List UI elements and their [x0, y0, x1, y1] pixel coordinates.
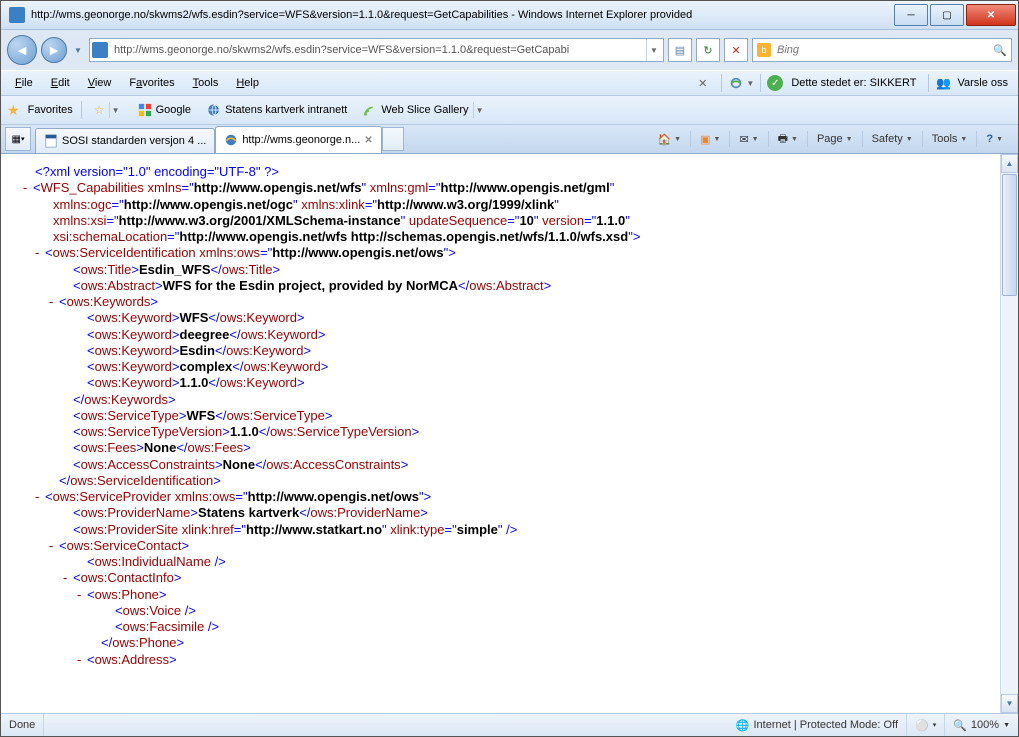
- vertical-scrollbar[interactable]: ▲ ▼: [1000, 154, 1018, 713]
- favorites-bar: ★ Favorites ☆▼ Google Statens kartverk i…: [1, 96, 1018, 125]
- help-icon: ?: [986, 133, 993, 145]
- xml-document: <?xml version="1.0" encoding="UTF-8" ?> …: [1, 154, 1000, 713]
- notify-icon[interactable]: 👥: [935, 75, 951, 91]
- home-button[interactable]: 🏠▼: [652, 131, 686, 148]
- menu-bar: File Edit View Favorites Tools Help ✕ ▼ …: [1, 70, 1018, 96]
- wot-dropdown[interactable]: ▼: [746, 79, 754, 88]
- tab-geonorge[interactable]: http://wms.geonorge.n... ✕: [215, 126, 381, 153]
- xml-pi: <?xml version="1.0" encoding="UTF-8" ?>: [35, 164, 279, 179]
- zoom-control[interactable]: 🔍100% ▼: [945, 714, 1018, 736]
- address-bar[interactable]: ▼: [89, 38, 664, 62]
- tools-menu[interactable]: Tools▼: [927, 131, 973, 147]
- home-icon: 🏠: [657, 133, 671, 146]
- site-icon: [92, 42, 108, 58]
- internet-zone-icon: 🌐: [736, 719, 750, 732]
- zone-indicator[interactable]: 🌐Internet | Protected Mode: Off: [728, 714, 907, 736]
- wot-icon[interactable]: [728, 75, 744, 91]
- menu-view[interactable]: View: [80, 75, 120, 91]
- feeds-button[interactable]: ▣▼: [695, 131, 725, 148]
- menu-help[interactable]: Help: [228, 75, 267, 91]
- window-title: http://wms.geonorge.no/skwms2/wfs.esdin?…: [31, 9, 892, 21]
- stop-button[interactable]: ✕: [724, 38, 748, 62]
- zoom-icon: 🔍: [953, 719, 967, 732]
- favlink-statkart[interactable]: Statens kartverk intranett: [203, 101, 351, 119]
- quick-tabs-button[interactable]: ▦▾: [5, 127, 31, 151]
- menu-edit[interactable]: Edit: [43, 75, 78, 91]
- safety-menu[interactable]: Safety▼: [867, 131, 918, 147]
- back-button[interactable]: ◄: [7, 35, 37, 65]
- scroll-up-button[interactable]: ▲: [1001, 154, 1018, 173]
- content-area: <?xml version="1.0" encoding="UTF-8" ?> …: [1, 154, 1018, 713]
- tab-bar: ▦▾ SOSI standarden versjon 4 ... http://…: [1, 125, 1018, 154]
- command-bar: 🏠▼ ▣▼ ✉▼ 🖶▼ Page▼ Safety▼ Tools▼ ?▼: [652, 127, 1014, 151]
- ie-window: http://wms.geonorge.no/skwms2/wfs.esdin?…: [0, 0, 1019, 737]
- maximize-button[interactable]: ▢: [930, 4, 964, 26]
- search-go-button[interactable]: 🔍: [993, 44, 1007, 57]
- tab-close-icon[interactable]: ✕: [364, 135, 372, 146]
- bing-icon: b: [757, 43, 771, 57]
- print-button[interactable]: 🖶▼: [773, 128, 803, 151]
- favorites-star-icon[interactable]: ★: [7, 102, 20, 119]
- favorites-label[interactable]: Favorites: [28, 104, 73, 116]
- search-input[interactable]: [775, 43, 989, 57]
- safe-icon: ✓: [767, 75, 783, 91]
- page-favicon: [9, 7, 25, 23]
- nav-history-dropdown[interactable]: ▼: [71, 36, 85, 64]
- help-button[interactable]: ?▼: [981, 131, 1008, 147]
- ie-icon: [224, 133, 238, 147]
- new-tab-button[interactable]: [382, 127, 404, 151]
- menu-file[interactable]: File: [7, 75, 41, 91]
- rss-icon: ▣: [700, 133, 710, 146]
- favlink-google[interactable]: Google: [134, 101, 195, 119]
- compat-view-button[interactable]: ▤: [668, 38, 692, 62]
- address-history-dropdown[interactable]: ▼: [646, 39, 661, 61]
- title-bar: http://wms.geonorge.no/skwms2/wfs.esdin?…: [1, 1, 1018, 30]
- scroll-thumb[interactable]: [1002, 174, 1017, 296]
- scroll-down-button[interactable]: ▼: [1001, 694, 1018, 713]
- mail-icon: ✉: [739, 133, 748, 146]
- address-input[interactable]: [112, 43, 642, 57]
- minimize-button[interactable]: ─: [894, 4, 928, 26]
- forward-button[interactable]: ►: [41, 37, 67, 63]
- print-icon: 🖶: [778, 130, 788, 149]
- notify-label[interactable]: Varsle oss: [953, 77, 1012, 89]
- status-text: Done: [1, 714, 44, 736]
- close-toolbar[interactable]: ✕: [690, 75, 715, 92]
- search-bar[interactable]: b 🔍: [752, 38, 1012, 62]
- close-button[interactable]: ✕: [966, 4, 1016, 26]
- favlink-webslice[interactable]: Web Slice Gallery▼: [359, 100, 489, 120]
- status-bar: Done 🌐Internet | Protected Mode: Off ⚪▾ …: [1, 713, 1018, 736]
- nav-bar: ◄ ► ▼ ▼ ▤ ↻ ✕ b 🔍: [1, 30, 1018, 70]
- security-label: Dette stedet er: SIKKERT: [785, 77, 922, 89]
- menu-tools[interactable]: Tools: [185, 75, 227, 91]
- protected-mode-toggle[interactable]: ⚪▾: [907, 714, 945, 736]
- favbar-add-dropdown[interactable]: ☆▼: [90, 100, 126, 120]
- menu-favorites[interactable]: Favorites: [121, 75, 182, 91]
- mail-button[interactable]: ✉▼: [734, 131, 763, 148]
- page-menu[interactable]: Page▼: [812, 131, 858, 147]
- word-doc-icon: [44, 134, 58, 148]
- tab-sosi[interactable]: SOSI standarden versjon 4 ...: [35, 128, 215, 153]
- refresh-button[interactable]: ↻: [696, 38, 720, 62]
